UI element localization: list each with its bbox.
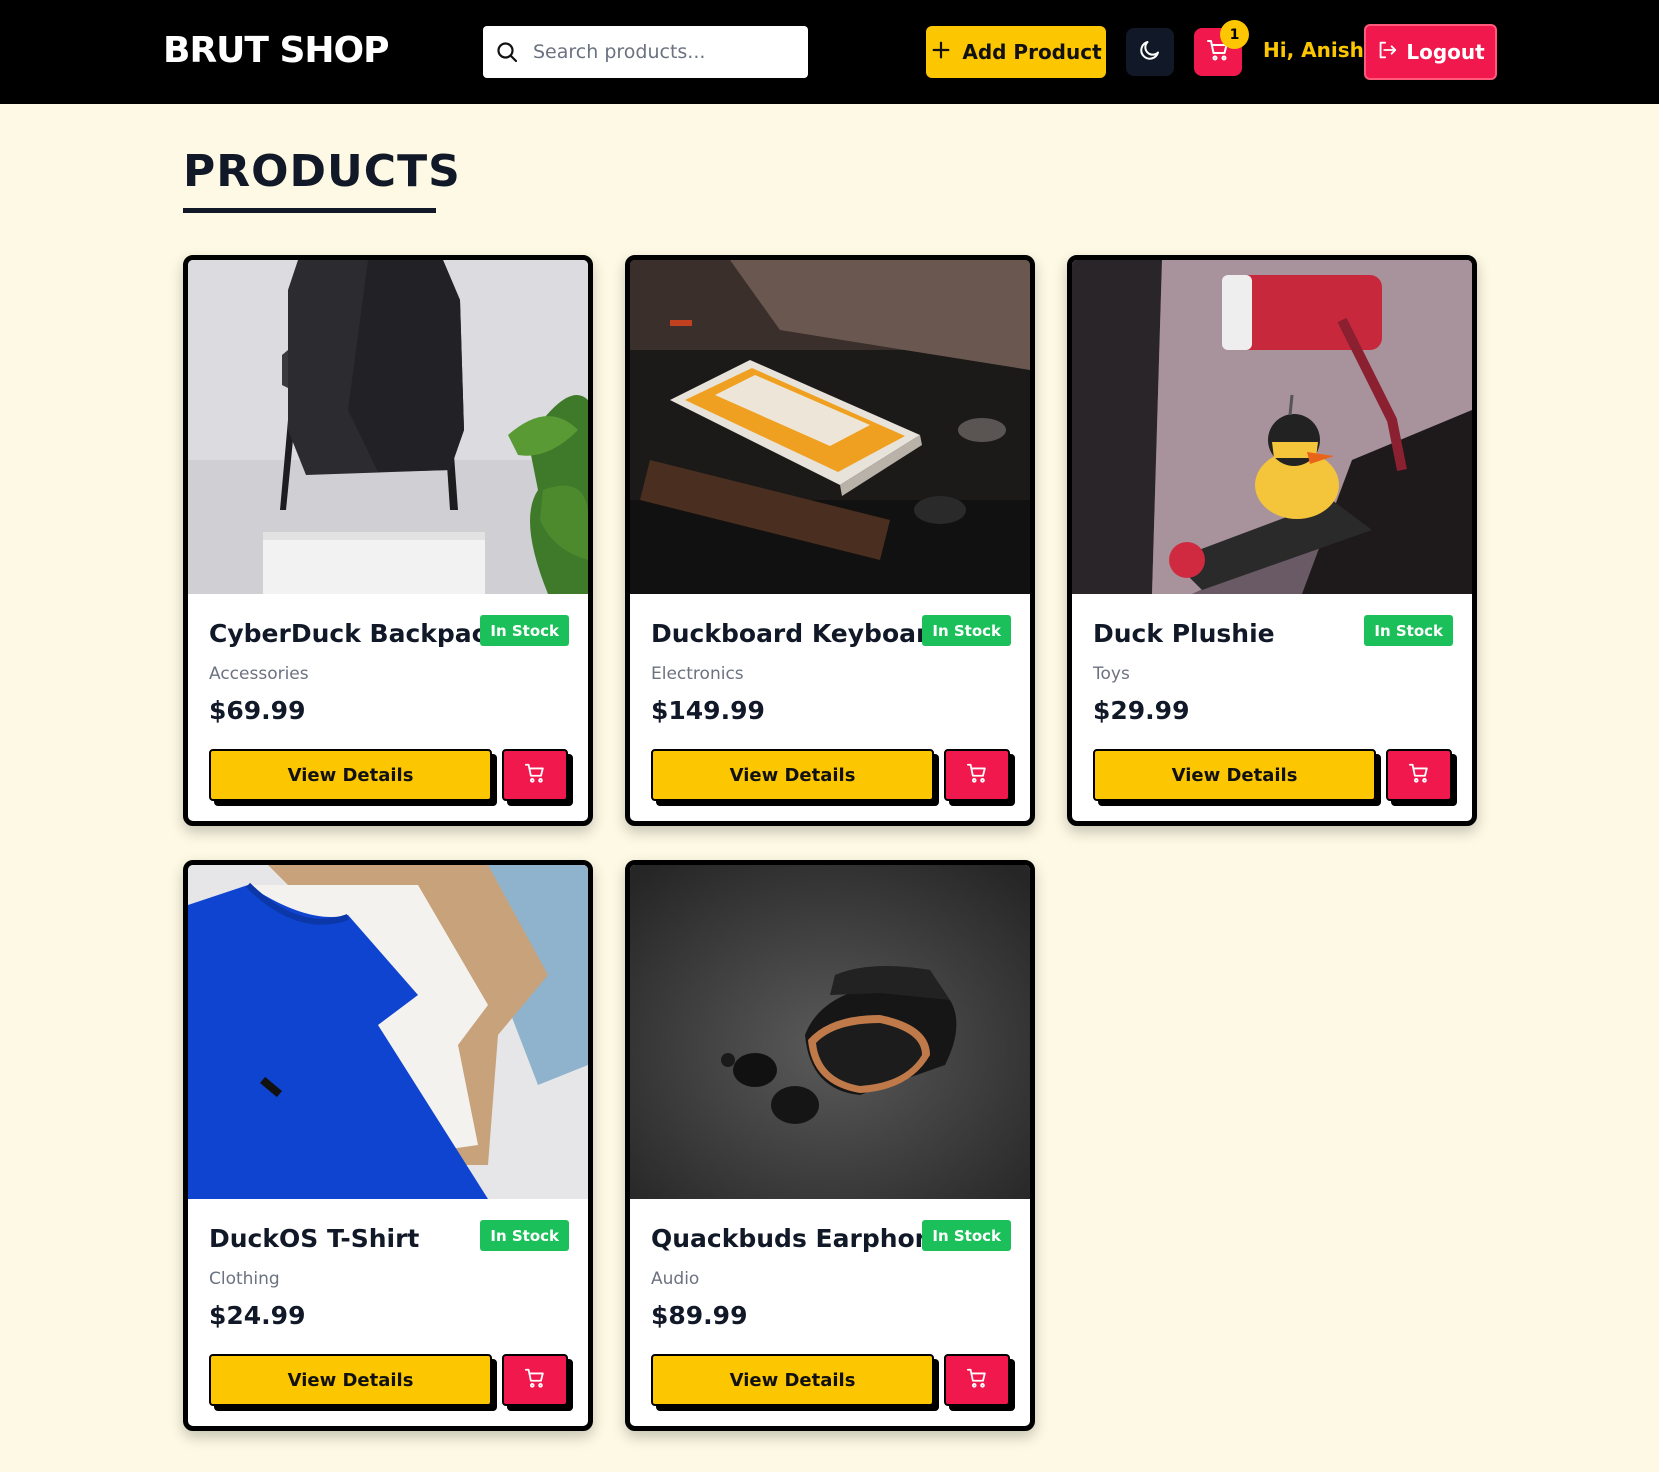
product-category: Clothing (209, 1269, 280, 1289)
product-card: Duck Plushie In Stock Toys $29.99 View D… (1067, 255, 1477, 826)
product-image-tshirt[interactable] (188, 865, 588, 1199)
product-price: $89.99 (651, 1301, 748, 1330)
cart-icon (524, 762, 546, 788)
product-name[interactable]: DuckOS T-Shirt (209, 1224, 419, 1253)
theme-toggle-button[interactable] (1126, 28, 1174, 76)
product-image-keyboard[interactable] (630, 260, 1030, 594)
cart-icon (966, 1367, 988, 1393)
navbar: BRUT SHOP Add Product 1 Hi (0, 0, 1659, 104)
add-to-cart-button[interactable] (502, 1354, 568, 1406)
moon-icon (1138, 38, 1162, 66)
stock-badge: In Stock (1364, 615, 1453, 646)
plus-icon (930, 39, 952, 66)
logout-icon (1376, 39, 1398, 66)
title-underline (183, 208, 436, 213)
product-category: Audio (651, 1269, 700, 1289)
product-grid: CyberDuck Backpack In Stock Accessories … (183, 255, 1477, 1431)
add-to-cart-button[interactable] (1386, 749, 1452, 801)
cart-icon (524, 1367, 546, 1393)
product-category: Electronics (651, 664, 744, 684)
logo[interactable]: BRUT SHOP (163, 30, 390, 71)
product-category: Toys (1093, 664, 1130, 684)
product-card: CyberDuck Backpack In Stock Accessories … (183, 255, 593, 826)
product-price: $69.99 (209, 696, 306, 725)
stock-badge: In Stock (480, 615, 569, 646)
view-details-button[interactable]: View Details (209, 749, 492, 801)
product-price: $149.99 (651, 696, 765, 725)
user-greeting: Hi, Anish (1263, 38, 1364, 62)
view-details-button[interactable]: View Details (1093, 749, 1376, 801)
cart-icon (1408, 762, 1430, 788)
product-name[interactable]: Duck Plushie (1093, 619, 1275, 648)
add-to-cart-button[interactable] (944, 1354, 1010, 1406)
search-input[interactable] (533, 26, 798, 78)
cart-icon (966, 762, 988, 788)
stock-badge: In Stock (922, 615, 1011, 646)
product-card: Duckboard Keyboard In Stock Electronics … (625, 255, 1035, 826)
product-image-backpack[interactable] (188, 260, 588, 594)
view-details-button[interactable]: View Details (651, 749, 934, 801)
add-product-button[interactable]: Add Product (926, 26, 1106, 78)
product-name[interactable]: Duckboard Keyboard (651, 619, 946, 648)
search-box[interactable] (483, 26, 808, 78)
stock-badge: In Stock (480, 1220, 569, 1251)
add-to-cart-button[interactable] (502, 749, 568, 801)
view-details-button[interactable]: View Details (651, 1354, 934, 1406)
product-category: Accessories (209, 664, 309, 684)
logout-button[interactable]: Logout (1364, 24, 1497, 80)
logout-label: Logout (1406, 40, 1485, 64)
stock-badge: In Stock (922, 1220, 1011, 1251)
view-details-button[interactable]: View Details (209, 1354, 492, 1406)
product-price: $24.99 (209, 1301, 306, 1330)
product-name[interactable]: Quackbuds Earphones (651, 1224, 964, 1253)
product-image-duck[interactable] (1072, 260, 1472, 594)
search-icon (495, 40, 519, 64)
add-to-cart-button[interactable] (944, 749, 1010, 801)
page-title: PRODUCTS (183, 146, 461, 197)
product-card: Quackbuds Earphones In Stock Audio $89.9… (625, 860, 1035, 1431)
product-name[interactable]: CyberDuck Backpack (209, 619, 503, 648)
add-product-label: Add Product (962, 40, 1102, 64)
product-card: DuckOS T-Shirt In Stock Clothing $24.99 … (183, 860, 593, 1431)
cart-count-badge: 1 (1220, 20, 1249, 49)
product-image-earbuds[interactable] (630, 865, 1030, 1199)
product-price: $29.99 (1093, 696, 1190, 725)
